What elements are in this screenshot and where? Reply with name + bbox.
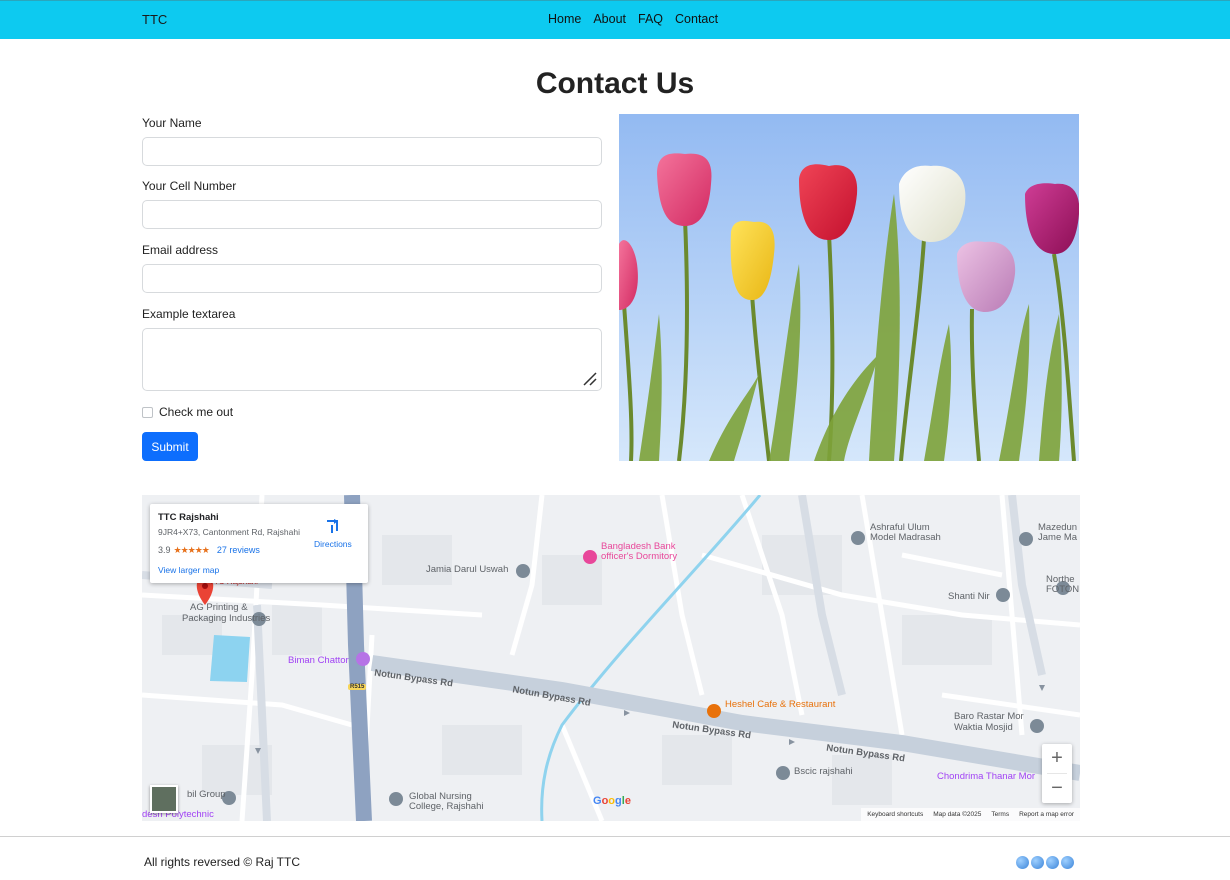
google-logo: Google	[593, 795, 631, 807]
rating-stars-icon: ★★★★★	[173, 545, 210, 555]
email-input[interactable]	[142, 264, 602, 293]
zoom-controls: + −	[1042, 744, 1072, 803]
email-label: Email address	[142, 243, 219, 257]
resize-grip-icon[interactable]	[582, 371, 598, 387]
reviews-link[interactable]: 27 reviews	[217, 545, 260, 556]
map-place-northern-2: FOTON	[1046, 584, 1080, 595]
directions-link[interactable]: Directions	[314, 539, 352, 549]
map-attribution: Keyboard shortcuts Map data ©2025 Terms …	[861, 808, 1080, 821]
map-place-baro-2: Waktia Mosjid	[954, 722, 1013, 733]
social-icon-2[interactable]	[1031, 856, 1044, 869]
view-larger-map-link[interactable]: View larger map	[158, 565, 219, 575]
map-data-label: Map data ©2025	[933, 811, 982, 818]
road-shield: R515	[348, 684, 367, 690]
check-label: Check me out	[159, 405, 234, 419]
map-place-biman[interactable]: Biman Chattor	[288, 655, 349, 666]
map-place-shanti[interactable]: Shanti Nir	[948, 591, 990, 602]
map-place-global-2: College, Rajshahi	[409, 801, 484, 812]
nav-contact[interactable]: Contact	[675, 12, 718, 26]
check-row: Check me out	[142, 405, 233, 419]
zoom-in-button[interactable]: +	[1042, 744, 1072, 773]
terms-link[interactable]: Terms	[991, 811, 1009, 818]
cell-input[interactable]	[142, 200, 602, 229]
navbar: TTC Home About FAQ Contact	[0, 0, 1230, 39]
brand[interactable]: TTC	[142, 12, 167, 27]
name-input[interactable]	[142, 137, 602, 166]
map-place-bangladesh-bank-2: officer's Dormitory	[601, 551, 678, 562]
footer-copyright: All rights reversed © Raj TTC	[144, 855, 300, 869]
place-rating-row: 3.9 ★★★★★ 27 reviews	[158, 545, 260, 556]
nav-about[interactable]: About	[593, 12, 626, 26]
page-title: Contact Us	[535, 67, 695, 100]
nav-home[interactable]: Home	[548, 12, 581, 26]
name-label: Your Name	[142, 116, 202, 130]
keyboard-shortcuts-link[interactable]: Keyboard shortcuts	[867, 811, 923, 818]
map-place-chondrima[interactable]: Chondrima Thanar Mor	[937, 771, 1035, 782]
map-place-bil[interactable]: bil Group	[187, 789, 226, 800]
place-address: 9JR4+X73, Cantonment Rd, Rajshahi	[158, 527, 300, 537]
cell-label: Your Cell Number	[142, 179, 237, 193]
social-links	[1016, 856, 1074, 869]
submit-button[interactable]: Submit	[142, 432, 198, 461]
nav-links: Home About FAQ Contact	[548, 12, 718, 26]
map-place-ashraful-2: Model Madrasah	[870, 532, 941, 543]
map-place-ag[interactable]: AG Printing &	[190, 602, 248, 613]
tulips-image	[619, 114, 1079, 461]
nav-faq[interactable]: FAQ	[638, 12, 663, 26]
check-me-out-checkbox[interactable]	[142, 406, 153, 418]
zoom-out-button[interactable]: −	[1042, 774, 1072, 803]
map-place-baro[interactable]: Baro Rastar Mor	[954, 711, 1024, 722]
message-textarea[interactable]	[142, 328, 602, 391]
directions-icon[interactable]	[325, 519, 339, 533]
footer-divider	[0, 836, 1230, 837]
social-icon-1[interactable]	[1016, 856, 1029, 869]
map-place-heshel[interactable]: Heshel Cafe & Restaurant	[725, 699, 835, 710]
map-place-jamia[interactable]: Jamia Darul Uswah	[426, 564, 508, 575]
map-info-card: TTC Rajshahi 9JR4+X73, Cantonment Rd, Ra…	[150, 504, 368, 583]
social-icon-4[interactable]	[1061, 856, 1074, 869]
place-title: TTC Rajshahi	[158, 512, 219, 523]
textarea-label: Example textarea	[142, 307, 236, 321]
report-error-link[interactable]: Report a map error	[1019, 811, 1074, 818]
place-rating: 3.9	[158, 545, 171, 555]
map-place-ag-2: Packaging Industries	[182, 613, 271, 624]
map-type-thumbnail[interactable]	[150, 785, 178, 813]
map-place-bscic[interactable]: Bscic rajshahi	[794, 766, 853, 777]
embedded-map[interactable]: TTC Rajshahi AG Printing & Packaging Ind…	[142, 495, 1080, 821]
social-icon-3[interactable]	[1046, 856, 1059, 869]
map-place-mazedun-2: Jame Ma	[1038, 532, 1078, 543]
